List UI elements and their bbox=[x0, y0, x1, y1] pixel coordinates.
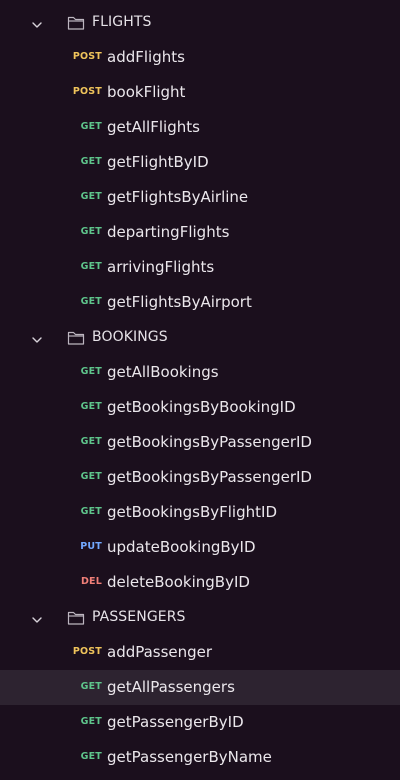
request-item-getpassengerbyid[interactable]: GET getPassengerByID bbox=[0, 705, 400, 740]
collection-tree: FLIGHTS POST addFlights POST bookFlight … bbox=[0, 0, 400, 780]
chevron-down-icon[interactable] bbox=[31, 16, 43, 28]
method-badge: DEL bbox=[80, 576, 102, 587]
folder-label: BOOKINGS bbox=[92, 329, 168, 345]
request-item-getbookingsbyflightid[interactable]: GET getBookingsByFlightID bbox=[0, 495, 400, 530]
request-label: departingFlights bbox=[107, 223, 230, 241]
request-label: addPassenger bbox=[107, 643, 213, 661]
method-badge: GET bbox=[80, 296, 102, 307]
request-label: getBookingsByPassengerID bbox=[107, 433, 312, 451]
method-badge: GET bbox=[80, 366, 102, 377]
chevron-down-icon[interactable] bbox=[31, 611, 43, 623]
request-label: addFlights bbox=[107, 48, 185, 66]
folder-icon bbox=[67, 15, 85, 31]
request-item-getallflights[interactable]: GET getAllFlights bbox=[0, 110, 400, 145]
folder-icon bbox=[67, 330, 85, 346]
request-item-updatebookingbyid[interactable]: PUT updateBookingByID bbox=[0, 530, 400, 565]
method-badge: PUT bbox=[80, 541, 102, 552]
request-item-getflightsbyairport[interactable]: GET getFlightsByAirport bbox=[0, 285, 400, 320]
folder-row-flights[interactable]: FLIGHTS bbox=[0, 5, 400, 40]
request-label: bookFlight bbox=[107, 83, 186, 101]
method-badge: GET bbox=[80, 506, 102, 517]
request-item-getbookingsbypassengerid[interactable]: GET getBookingsByPassengerID bbox=[0, 460, 400, 495]
request-item-departingflights[interactable]: GET departingFlights bbox=[0, 215, 400, 250]
request-label: deleteBookingByID bbox=[107, 573, 250, 591]
request-item-bookflight[interactable]: POST bookFlight bbox=[0, 75, 400, 110]
request-label: updateBookingByID bbox=[107, 538, 256, 556]
method-badge: POST bbox=[72, 51, 102, 62]
request-label: getAllPassengers bbox=[107, 678, 235, 696]
request-item-getbookingsbypassengerid[interactable]: GET getBookingsByPassengerID bbox=[0, 425, 400, 460]
request-label: getBookingsByPassengerID bbox=[107, 468, 312, 486]
method-badge: GET bbox=[80, 121, 102, 132]
request-label: getFlightsByAirport bbox=[107, 293, 252, 311]
folder-row-bookings[interactable]: BOOKINGS bbox=[0, 320, 400, 355]
request-item-deletebookingbyid[interactable]: DEL deleteBookingByID bbox=[0, 565, 400, 600]
method-badge: GET bbox=[80, 156, 102, 167]
request-label: getPassengerByID bbox=[107, 713, 244, 731]
request-label: getFlightByID bbox=[107, 153, 209, 171]
request-label: getAllBookings bbox=[107, 363, 219, 381]
folder-icon bbox=[67, 610, 85, 626]
request-label: getBookingsByBookingID bbox=[107, 398, 296, 416]
folder-row-passengers[interactable]: PASSENGERS bbox=[0, 600, 400, 635]
method-badge: POST bbox=[72, 646, 102, 657]
request-item-addflights[interactable]: POST addFlights bbox=[0, 40, 400, 75]
method-badge: GET bbox=[80, 261, 102, 272]
request-label: getBookingsByFlightID bbox=[107, 503, 277, 521]
method-badge: GET bbox=[80, 471, 102, 482]
request-item-getflightsbyairline[interactable]: GET getFlightsByAirline bbox=[0, 180, 400, 215]
request-label: getPassengerByName bbox=[107, 748, 272, 766]
folder-label: FLIGHTS bbox=[92, 14, 152, 30]
request-item-getallpassengers[interactable]: GET getAllPassengers bbox=[0, 670, 400, 705]
request-item-getbookingsbybookingid[interactable]: GET getBookingsByBookingID bbox=[0, 390, 400, 425]
method-badge: POST bbox=[72, 86, 102, 97]
method-badge: GET bbox=[80, 436, 102, 447]
request-label: getAllFlights bbox=[107, 118, 200, 136]
request-label: arrivingFlights bbox=[107, 258, 215, 276]
method-badge: GET bbox=[80, 226, 102, 237]
request-item-getpassengerbyname[interactable]: GET getPassengerByName bbox=[0, 740, 400, 775]
request-item-getallbookings[interactable]: GET getAllBookings bbox=[0, 355, 400, 390]
request-label: getFlightsByAirline bbox=[107, 188, 249, 206]
request-item-getflightbyid[interactable]: GET getFlightByID bbox=[0, 145, 400, 180]
request-item-addpassenger[interactable]: POST addPassenger bbox=[0, 635, 400, 670]
method-badge: GET bbox=[80, 401, 102, 412]
method-badge: GET bbox=[80, 751, 102, 762]
method-badge: GET bbox=[80, 716, 102, 727]
method-badge: GET bbox=[80, 681, 102, 692]
chevron-down-icon[interactable] bbox=[31, 331, 43, 343]
request-item-arrivingflights[interactable]: GET arrivingFlights bbox=[0, 250, 400, 285]
method-badge: GET bbox=[80, 191, 102, 202]
folder-label: PASSENGERS bbox=[92, 609, 186, 625]
